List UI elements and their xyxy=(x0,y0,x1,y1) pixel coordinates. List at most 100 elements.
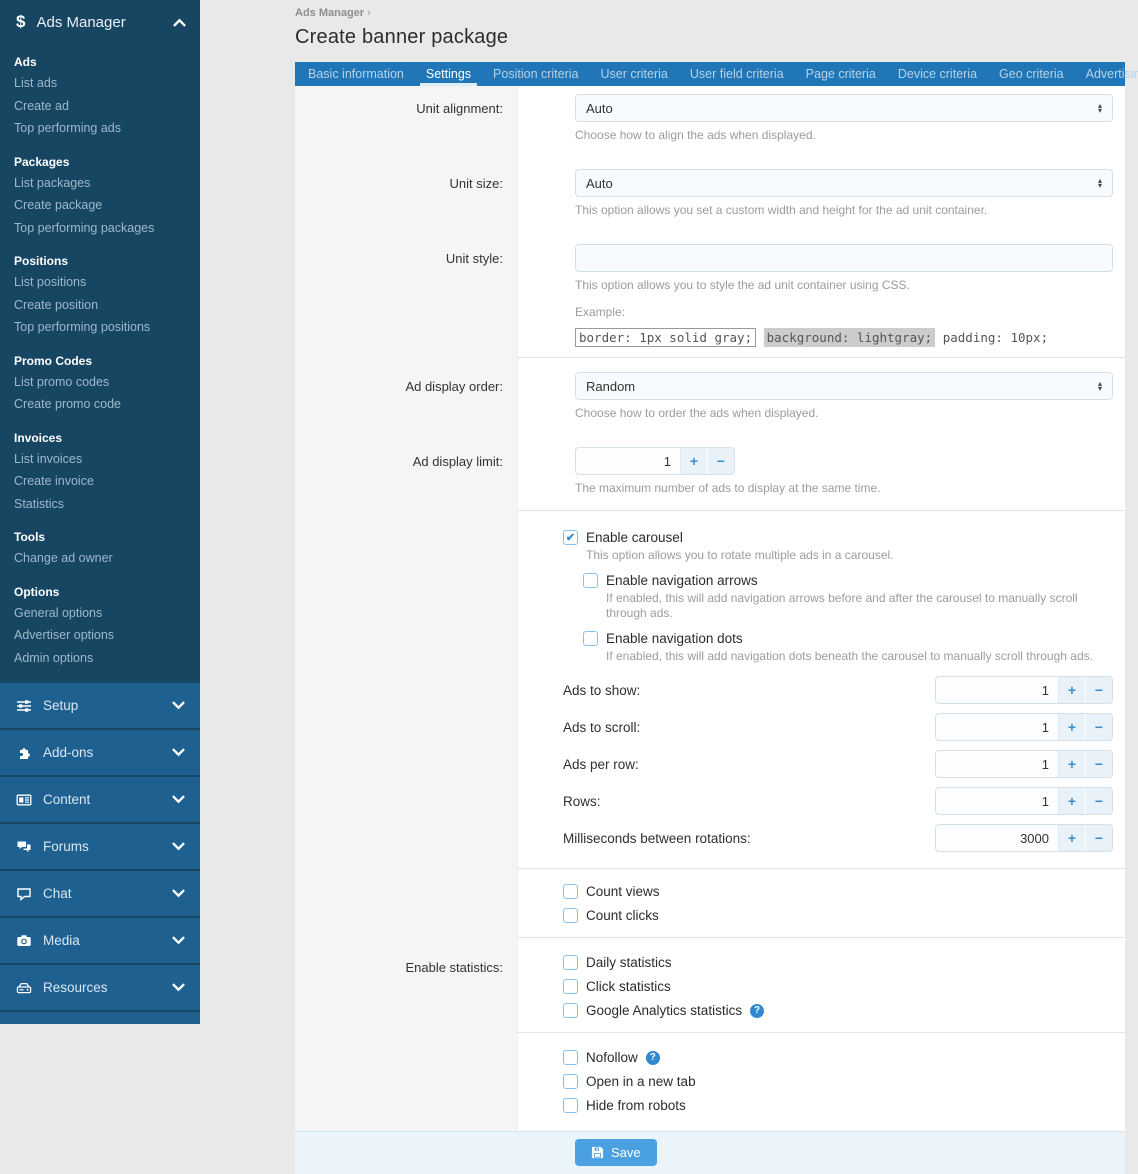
sidebar-module-label: Chat xyxy=(43,886,72,901)
sidebar-item-general-options[interactable]: General options xyxy=(14,602,186,625)
ad-display-order-select[interactable]: Random ▴▾ xyxy=(575,372,1113,400)
sidebar-module-content[interactable]: Content xyxy=(0,775,200,822)
sidebar-item-statistics[interactable]: Statistics xyxy=(14,493,186,516)
nofollow-checkbox[interactable] xyxy=(563,1050,578,1065)
ads-per-row-input[interactable] xyxy=(936,751,1058,777)
increment-button[interactable]: + xyxy=(1058,751,1085,777)
select-caret-icon: ▴▾ xyxy=(1098,178,1102,188)
tab-user-criteria[interactable]: User criteria xyxy=(590,62,679,86)
sidebar-module-label: Media xyxy=(43,933,80,948)
sidebar-module-setup[interactable]: Setup xyxy=(0,681,200,728)
increment-button[interactable]: + xyxy=(1058,825,1085,851)
decrement-button[interactable]: − xyxy=(1085,677,1112,703)
help-icon[interactable]: ? xyxy=(750,1004,764,1018)
decrement-button[interactable]: − xyxy=(707,448,734,474)
unit-style-input[interactable] xyxy=(575,244,1113,272)
enable-navigation-arrows-checkbox[interactable] xyxy=(583,573,598,588)
tab-advertising[interactable]: Advertising xyxy=(1075,62,1138,86)
decrement-button[interactable]: − xyxy=(1085,825,1112,851)
settings-form: Unit alignment: Auto ▴▾ Choose how to al… xyxy=(295,86,1125,1131)
sidebar-module-forums[interactable]: Forums xyxy=(0,822,200,869)
increment-button[interactable]: + xyxy=(680,448,707,474)
increment-button[interactable]: + xyxy=(1058,714,1085,740)
click-statistics-checkbox[interactable] xyxy=(563,979,578,994)
open-in-new-tab-checkbox[interactable] xyxy=(563,1074,578,1089)
tab-basic-information[interactable]: Basic information xyxy=(297,62,415,86)
sidebar-module-media[interactable]: Media xyxy=(0,916,200,963)
tab-position-criteria[interactable]: Position criteria xyxy=(482,62,589,86)
google-analytics-statistics-checkbox[interactable] xyxy=(563,1003,578,1018)
sidebar-item-advertiser-options[interactable]: Advertiser options xyxy=(14,624,186,647)
ads-to-show-input[interactable] xyxy=(936,677,1058,703)
comments-icon xyxy=(15,838,32,855)
sidebar-item-top-performing-positions[interactable]: Top performing positions xyxy=(14,316,186,339)
sidebar-item-create-position[interactable]: Create position xyxy=(14,294,186,317)
select-caret-icon: ▴▾ xyxy=(1098,103,1102,113)
breadcrumb-ads-manager-link[interactable]: Ads Manager xyxy=(295,7,364,19)
ads-to-scroll-input[interactable] xyxy=(936,714,1058,740)
sidebar-item-change-ad-owner[interactable]: Change ad owner xyxy=(14,547,186,570)
milliseconds-input[interactable] xyxy=(936,825,1058,851)
enable-carousel-help: This option allows you to rotate multipl… xyxy=(586,548,1113,563)
open-in-new-tab-label: Open in a new tab xyxy=(586,1074,696,1089)
enable-navigation-dots-checkbox[interactable] xyxy=(583,631,598,646)
unit-alignment-select[interactable]: Auto ▴▾ xyxy=(575,94,1113,122)
sidebar-module-chat[interactable]: Chat xyxy=(0,869,200,916)
enable-carousel-label: Enable carousel xyxy=(586,530,683,545)
tab-page-criteria[interactable]: Page criteria xyxy=(795,62,887,86)
milliseconds-label: Milliseconds between rotations: xyxy=(563,831,751,846)
sidebar-group-options: Options General options Advertiser optio… xyxy=(0,585,200,670)
increment-button[interactable]: + xyxy=(1058,788,1085,814)
help-icon[interactable]: ? xyxy=(646,1051,660,1065)
daily-statistics-label: Daily statistics xyxy=(586,955,672,970)
tab-bar: Basic information Settings Position crit… xyxy=(295,62,1125,86)
unit-size-select[interactable]: Auto ▴▾ xyxy=(575,169,1113,197)
ad-display-limit-label: Ad display limit: xyxy=(295,447,517,510)
tab-user-field-criteria[interactable]: User field criteria xyxy=(679,62,795,86)
sidebar-item-admin-options[interactable]: Admin options xyxy=(14,647,186,670)
sidebar-item-create-promo-code[interactable]: Create promo code xyxy=(14,393,186,416)
sidebar-module-communication[interactable]: Communication xyxy=(0,1010,200,1024)
sidebar-item-top-performing-packages[interactable]: Top performing packages xyxy=(14,217,186,240)
count-views-checkbox[interactable] xyxy=(563,884,578,899)
enable-carousel-checkbox[interactable] xyxy=(563,530,578,545)
sidebar-item-create-ad[interactable]: Create ad xyxy=(14,95,186,118)
tab-geo-criteria[interactable]: Geo criteria xyxy=(988,62,1075,86)
chevron-up-icon[interactable] xyxy=(173,18,186,27)
sidebar-item-list-packages[interactable]: List packages xyxy=(14,172,186,195)
increment-button[interactable]: + xyxy=(1058,677,1085,703)
sidebar-module-resources[interactable]: Resources xyxy=(0,963,200,1010)
chevron-down-icon xyxy=(172,936,185,945)
sidebar-group-promo-codes: Promo Codes List promo codes Create prom… xyxy=(0,354,200,416)
sidebar-module-add-ons[interactable]: Add-ons xyxy=(0,728,200,775)
rows-input[interactable] xyxy=(936,788,1058,814)
sidebar-item-list-ads[interactable]: List ads xyxy=(14,72,186,95)
sidebar-item-create-invoice[interactable]: Create invoice xyxy=(14,470,186,493)
decrement-button[interactable]: − xyxy=(1085,714,1112,740)
hide-from-robots-checkbox[interactable] xyxy=(563,1098,578,1113)
sidebar-item-list-positions[interactable]: List positions xyxy=(14,271,186,294)
sidebar-item-create-package[interactable]: Create package xyxy=(14,194,186,217)
code-background-sample: background: lightgray; xyxy=(764,328,936,347)
sidebar-item-list-invoices[interactable]: List invoices xyxy=(14,448,186,471)
daily-statistics-checkbox[interactable] xyxy=(563,955,578,970)
decrement-button[interactable]: − xyxy=(1085,751,1112,777)
save-button[interactable]: Save xyxy=(575,1139,657,1166)
tab-settings[interactable]: Settings xyxy=(415,62,482,86)
sidebar-item-top-performing-ads[interactable]: Top performing ads xyxy=(14,117,186,140)
ads-per-row-stepper: + − xyxy=(935,750,1113,778)
chevron-down-icon xyxy=(172,889,185,898)
ad-display-limit-stepper: + − xyxy=(575,447,735,475)
tab-device-criteria[interactable]: Device criteria xyxy=(887,62,988,86)
main-content: Ads Manager› Create banner package Basic… xyxy=(200,0,1138,1024)
sidebar-group-title: Ads xyxy=(14,55,186,69)
ad-display-limit-input[interactable] xyxy=(576,448,680,474)
decrement-button[interactable]: − xyxy=(1085,788,1112,814)
sidebar-app-header[interactable]: $ Ads Manager xyxy=(0,0,200,40)
ads-to-show-stepper: + − xyxy=(935,676,1113,704)
sidebar-item-list-promo-codes[interactable]: List promo codes xyxy=(14,371,186,394)
breadcrumb-separator: › xyxy=(367,7,371,19)
count-clicks-checkbox[interactable] xyxy=(563,908,578,923)
ad-display-order-help: Choose how to order the ads when display… xyxy=(575,406,1113,421)
save-button-label: Save xyxy=(611,1145,641,1160)
